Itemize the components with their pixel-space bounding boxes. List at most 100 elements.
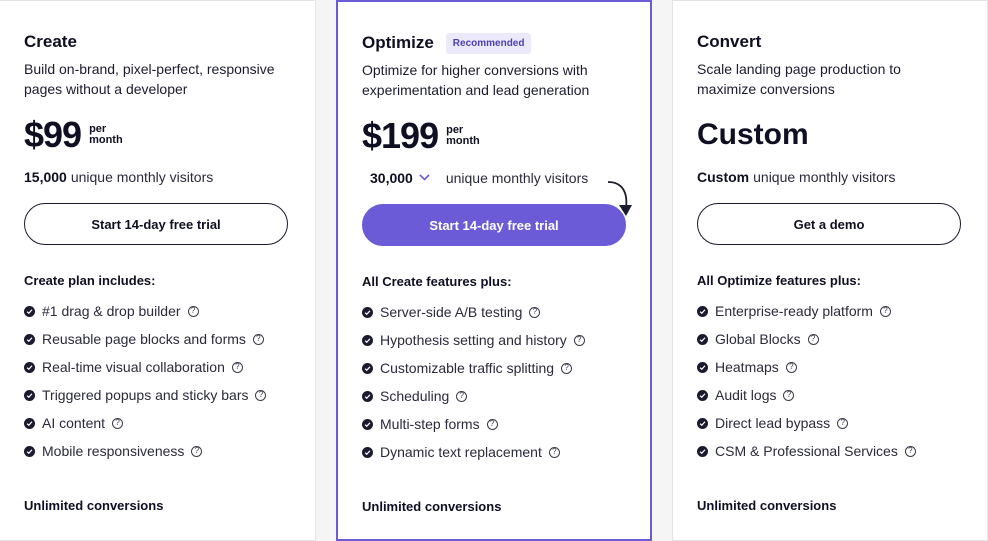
feature-item: Audit logs? <box>697 381 963 409</box>
check-circle-icon <box>697 361 708 373</box>
help-circle-icon[interactable]: ? <box>112 417 124 429</box>
plan-card-optimize: Optimize Recommended Optimize for higher… <box>336 0 652 541</box>
price-period: per month <box>89 123 123 146</box>
feature-list: Server-side A/B testing? Hypothesis setti… <box>362 298 626 466</box>
help-circle-icon[interactable]: ? <box>231 361 243 373</box>
help-circle-icon[interactable]: ? <box>573 334 585 346</box>
check-circle-icon <box>362 362 373 374</box>
visitors-label: unique monthly visitors <box>70 169 214 185</box>
price-row: Custom <box>697 113 963 157</box>
feature-item: Multi-step forms? <box>362 410 626 438</box>
visitors-select[interactable]: 30,000 <box>370 170 446 186</box>
includes-title: All Optimize features plus: <box>697 273 861 288</box>
includes-title: All Create features plus: <box>362 274 512 289</box>
help-circle-icon[interactable]: ? <box>904 445 916 457</box>
feature-item: #1 drag & drop builder? <box>24 297 291 325</box>
feature-label: Reusable page blocks and forms <box>42 331 246 347</box>
check-circle-icon <box>24 389 35 401</box>
visitors-line: 30,000 unique monthly visitors <box>362 168 626 188</box>
check-circle-icon <box>24 333 35 345</box>
help-circle-icon[interactable]: ? <box>456 390 468 402</box>
check-circle-icon <box>697 333 708 345</box>
feature-label: Server-side A/B testing <box>380 304 523 320</box>
help-circle-icon[interactable]: ? <box>252 333 264 345</box>
help-circle-icon[interactable]: ? <box>561 362 573 374</box>
feature-item: Real-time visual collaboration? <box>24 353 291 381</box>
plan-price: $199 <box>362 115 439 156</box>
plan-card-convert: Convert Scale landing page production to… <box>672 0 988 541</box>
help-circle-icon[interactable]: ? <box>191 445 203 457</box>
feature-item: AI content? <box>24 409 291 437</box>
help-circle-icon[interactable]: ? <box>529 306 541 318</box>
help-circle-icon[interactable]: ? <box>879 305 891 317</box>
feature-item: Dynamic text replacement? <box>362 438 626 466</box>
feature-item: CSM & Professional Services? <box>697 437 963 465</box>
check-circle-icon <box>362 418 373 430</box>
help-circle-icon[interactable]: ? <box>783 389 795 401</box>
feature-label: Dynamic text replacement <box>380 444 542 460</box>
feature-list: #1 drag & drop builder? Reusable page blo… <box>24 297 291 465</box>
visitors-label: unique monthly visitors <box>753 169 896 185</box>
plan-name: Optimize <box>362 33 434 52</box>
check-circle-icon <box>362 306 373 318</box>
feature-item: Triggered popups and sticky bars? <box>24 381 291 409</box>
conversions-label: Unlimited conversions <box>24 498 164 513</box>
feature-item: Heatmaps? <box>697 353 963 381</box>
visitors-line: 15,000 unique monthly visitors <box>24 167 291 187</box>
check-circle-icon <box>362 446 373 458</box>
feature-label: Audit logs <box>715 387 777 403</box>
check-circle-icon <box>697 445 708 457</box>
feature-label: Hypothesis setting and history <box>380 332 567 348</box>
plan-description: Build on-brand, pixel-perfect, responsiv… <box>24 61 275 97</box>
feature-item: Mobile responsiveness? <box>24 437 291 465</box>
conversions-label: Unlimited conversions <box>697 498 837 513</box>
includes-title: Create plan includes: <box>24 273 156 288</box>
check-circle-icon <box>362 334 373 346</box>
help-circle-icon[interactable]: ? <box>807 333 819 345</box>
plan-price: $99 <box>24 114 82 155</box>
help-circle-icon[interactable]: ? <box>187 305 199 317</box>
plan-price: Custom <box>697 118 809 151</box>
feature-label: Heatmaps <box>715 359 779 375</box>
feature-label: Scheduling <box>380 388 450 404</box>
feature-item: Global Blocks? <box>697 325 963 353</box>
feature-label: #1 drag & drop builder <box>42 303 181 319</box>
help-circle-icon[interactable]: ? <box>785 361 797 373</box>
price-row: $199 per month <box>362 114 626 158</box>
feature-item: Server-side A/B testing? <box>362 298 626 326</box>
recommended-badge: Recommended <box>445 32 532 54</box>
help-circle-icon[interactable]: ? <box>548 446 560 458</box>
feature-item: Enterprise-ready platform? <box>697 297 963 325</box>
feature-item: Hypothesis setting and history? <box>362 326 626 354</box>
help-circle-icon[interactable]: ? <box>486 418 498 430</box>
plan-description: Scale landing page production to maximiz… <box>697 61 901 97</box>
help-circle-icon[interactable]: ? <box>255 389 267 401</box>
price-row: $99 per month <box>24 113 291 157</box>
visitors-label: unique monthly visitors <box>445 170 589 186</box>
feature-label: Triggered popups and sticky bars <box>42 387 249 403</box>
curved-arrow-icon <box>607 181 632 216</box>
check-circle-icon <box>24 445 35 457</box>
visitors-line: Custom unique monthly visitors <box>697 167 963 187</box>
feature-label: Mobile responsiveness <box>42 443 185 459</box>
help-circle-icon[interactable]: ? <box>837 417 849 429</box>
get-demo-button[interactable]: Get a demo <box>697 203 961 245</box>
feature-label: CSM & Professional Services <box>715 443 898 459</box>
plan-description: Optimize for higher conversions with exp… <box>362 62 590 98</box>
feature-label: Real-time visual collaboration <box>42 359 225 375</box>
check-circle-icon <box>697 389 708 401</box>
check-circle-icon <box>362 390 373 402</box>
plan-card-create: Create Build on-brand, pixel-perfect, re… <box>0 0 316 541</box>
chevron-down-icon <box>419 172 430 184</box>
start-trial-button[interactable]: Start 14-day free trial <box>362 204 626 246</box>
price-period: per month <box>446 124 480 147</box>
feature-label: Enterprise-ready platform <box>715 303 873 319</box>
visitors-count: 15,000 <box>24 169 67 185</box>
check-circle-icon <box>697 305 708 317</box>
feature-label: AI content <box>42 415 106 431</box>
feature-item: Scheduling? <box>362 382 626 410</box>
plan-name: Convert <box>697 32 762 51</box>
feature-label: Direct lead bypass <box>715 415 831 431</box>
feature-item: Direct lead bypass? <box>697 409 963 437</box>
start-trial-button[interactable]: Start 14-day free trial <box>24 203 288 245</box>
